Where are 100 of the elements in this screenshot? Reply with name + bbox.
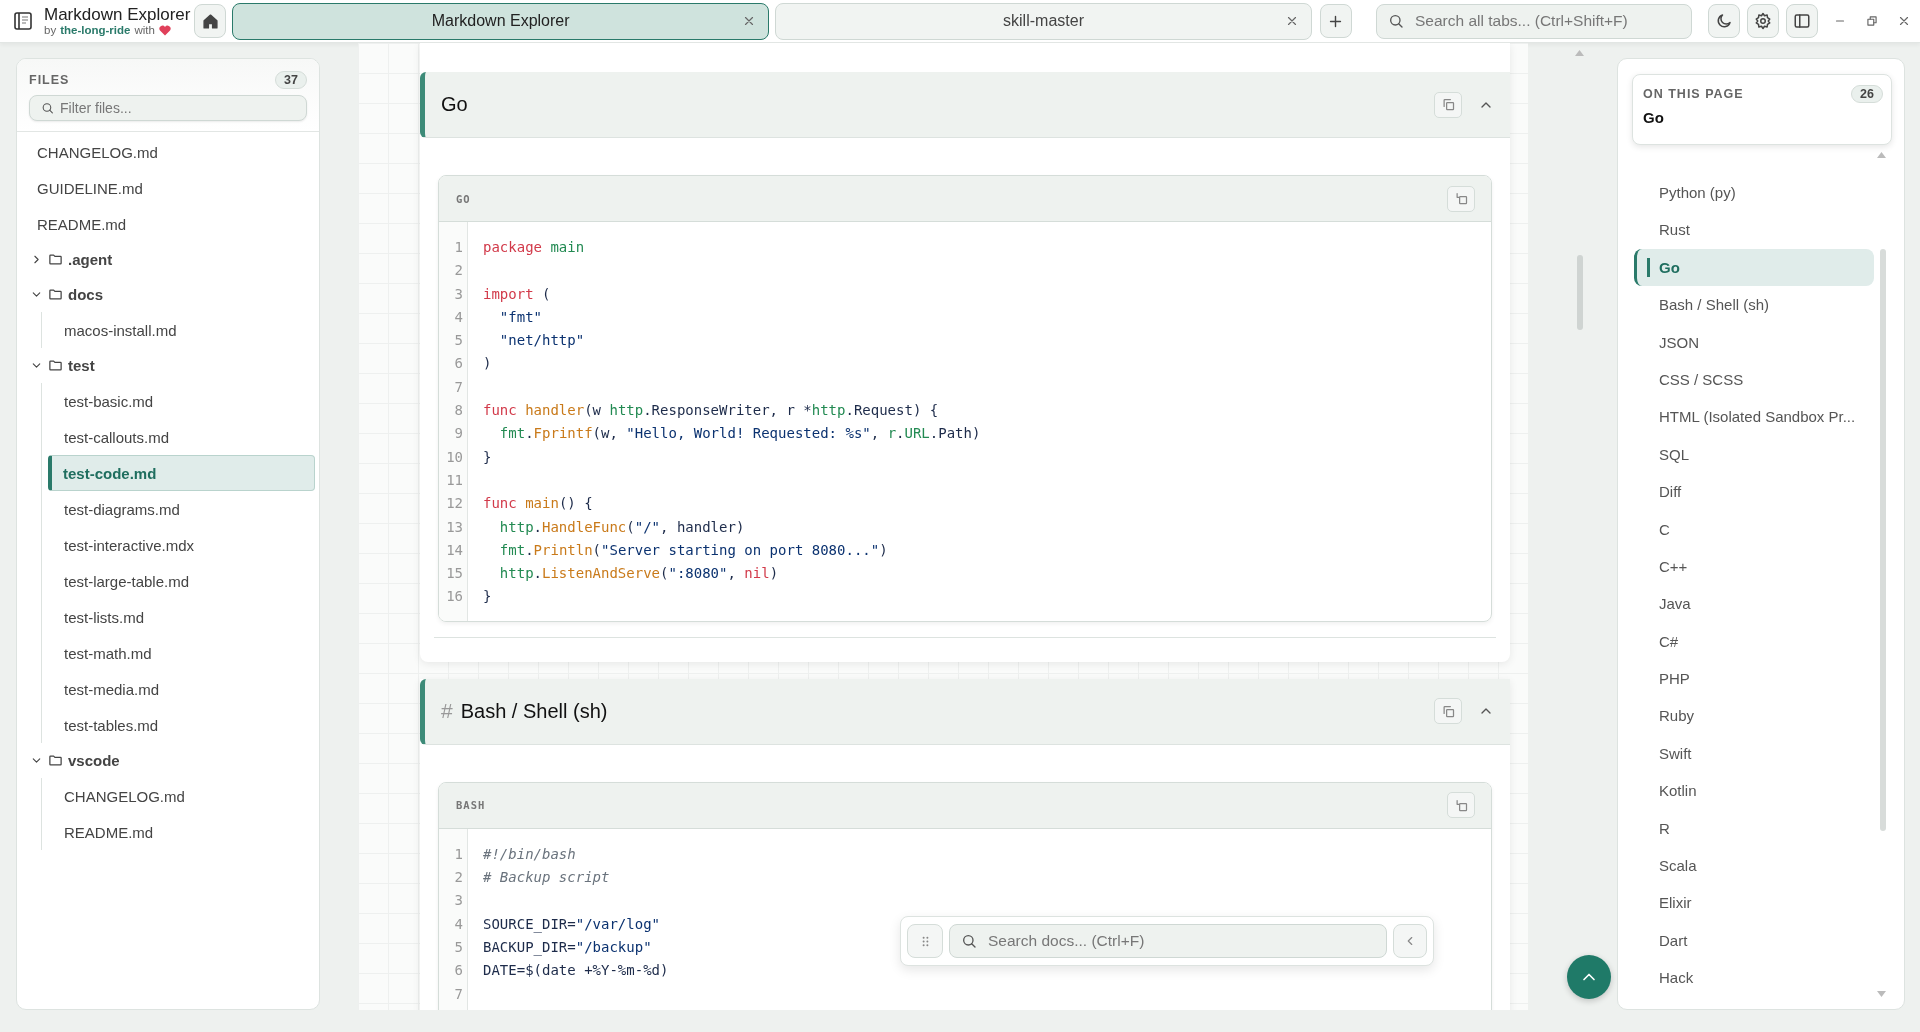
copy-icon: [1453, 191, 1469, 206]
toc-item[interactable]: Python (py): [1634, 174, 1874, 212]
folder-item[interactable]: vscode: [21, 743, 315, 778]
toc-item[interactable]: C#: [1634, 622, 1874, 661]
code-line: fmt.Fprintf(w, "Hello, World! Requested: %s", r.URL.Path): [498, 424, 981, 444]
toc-item[interactable]: Hack: [1634, 959, 1874, 997]
code-line: }: [482, 447, 492, 467]
folder-icon: [48, 753, 63, 768]
file-item[interactable]: test-interactive.mdx: [48, 527, 315, 563]
line-number: 5: [453, 331, 463, 351]
copy-icon: [1453, 797, 1469, 813]
code-line: http.HandleFunc("/", handler): [498, 517, 745, 537]
scrollbar[interactable]: [1577, 255, 1583, 330]
toc-item[interactable]: HTML (Isolated Sandbox Pr...: [1634, 398, 1874, 436]
folder-item[interactable]: docs: [21, 277, 315, 312]
copy-code-button[interactable]: [1447, 792, 1475, 819]
file-item[interactable]: test-media.md: [48, 671, 315, 707]
toc-item[interactable]: Rust: [1634, 211, 1874, 249]
scroll-down-icon[interactable]: [1877, 991, 1886, 998]
tab[interactable]: Markdown Explorer: [232, 2, 770, 40]
file-item[interactable]: test-diagrams.md: [48, 491, 315, 527]
copy-icon: [1440, 703, 1456, 719]
toc-item[interactable]: R: [1634, 809, 1874, 848]
toc-title: ON THIS PAGE: [1643, 87, 1744, 101]
panel-icon: [1793, 12, 1812, 30]
file-item[interactable]: CHANGELOG.md: [21, 134, 315, 170]
copy-icon: [1440, 97, 1456, 112]
copy-code-button[interactable]: [1447, 185, 1475, 212]
line-number: 15: [445, 564, 463, 584]
line-number: 16: [445, 587, 463, 607]
byline-text: with: [134, 24, 155, 36]
toc-item[interactable]: Elixir: [1634, 884, 1874, 922]
home-icon: [201, 12, 219, 30]
toc-item[interactable]: Ruby: [1634, 697, 1874, 735]
file-item[interactable]: GUIDELINE.md: [21, 170, 315, 206]
toc-item[interactable]: C++: [1634, 547, 1874, 586]
toc-item[interactable]: Go: [1634, 248, 1874, 287]
filter-field[interactable]: Filter files...: [29, 95, 307, 121]
line-number: 14: [445, 540, 463, 560]
code-line: ): [482, 354, 492, 374]
scroll-top-button[interactable]: [1567, 955, 1611, 999]
theme-button[interactable]: [1708, 4, 1741, 38]
code-line: # Backup script: [482, 868, 610, 888]
file-item[interactable]: README.md: [48, 814, 315, 850]
section-title: Go: [441, 93, 469, 116]
scrollbar[interactable]: [1880, 249, 1886, 831]
line-number: 10: [445, 447, 463, 467]
toc-item[interactable]: C: [1634, 510, 1874, 548]
file-item[interactable]: test-large-table.md: [48, 563, 315, 599]
folder-icon: [48, 252, 63, 267]
search-field[interactable]: Search all tabs... (Ctrl+Shift+F): [1376, 3, 1693, 39]
code-line: }: [482, 587, 492, 607]
settings-icon: [1754, 12, 1773, 30]
drag-handle[interactable]: [907, 924, 943, 958]
copy-button[interactable]: [1434, 698, 1462, 725]
copy-button[interactable]: [1434, 91, 1462, 118]
code-line: "net/http": [498, 331, 585, 351]
file-item[interactable]: CHANGELOG.md: [48, 778, 315, 814]
toc-item[interactable]: Swift: [1634, 734, 1874, 773]
toc-item[interactable]: Bash / Shell (sh): [1634, 286, 1874, 324]
line-number: 6: [453, 354, 463, 374]
heading-count: 26: [1851, 85, 1883, 103]
file-item[interactable]: test-tables.md: [48, 707, 315, 743]
toc-item[interactable]: Dart: [1634, 921, 1874, 960]
file-item[interactable]: test-basic.md: [48, 383, 315, 419]
toc-item[interactable]: Diff: [1634, 473, 1874, 511]
folder-icon: [48, 287, 63, 302]
scroll-up-icon[interactable]: [1877, 151, 1886, 158]
heart-icon: [158, 24, 171, 36]
file-item[interactable]: test-code.md: [48, 455, 315, 491]
folder-item[interactable]: .agent: [21, 242, 315, 277]
toc-item[interactable]: Scala: [1634, 847, 1874, 885]
line-number: 2: [453, 868, 463, 888]
file-item[interactable]: test-callouts.md: [48, 419, 315, 455]
toc-item[interactable]: JSON: [1634, 323, 1874, 361]
folder-item[interactable]: test: [21, 348, 315, 383]
toc-item[interactable]: Java: [1634, 585, 1874, 623]
byline-text: by: [44, 24, 57, 36]
new-tab-button[interactable]: [1319, 4, 1352, 38]
file-item[interactable]: test-math.md: [48, 635, 315, 671]
code-line: SOURCE_DIR="/var/log": [482, 914, 660, 935]
scroll-up-icon[interactable]: [1575, 49, 1584, 56]
toc-item[interactable]: PHP: [1634, 660, 1874, 698]
file-item[interactable]: test-lists.md: [48, 599, 315, 635]
code-line: "fmt": [498, 307, 542, 327]
line-number: 4: [453, 307, 463, 327]
toc-item[interactable]: CSS / SCSS: [1634, 360, 1874, 399]
home-button[interactable]: [194, 4, 227, 38]
current-heading: Go: [1643, 109, 1665, 126]
tab[interactable]: skill-master: [775, 2, 1312, 40]
sidebar-toggle-button[interactable]: [1786, 4, 1819, 38]
toc-item[interactable]: Kotlin: [1634, 772, 1874, 810]
line-number: 9: [453, 424, 463, 444]
file-item[interactable]: macos-install.md: [48, 312, 315, 348]
settings-button[interactable]: [1747, 4, 1780, 38]
author-link[interactable]: the-long-ride: [60, 24, 131, 36]
file-item[interactable]: README.md: [21, 206, 315, 242]
toc-item[interactable]: SQL: [1634, 435, 1874, 474]
search-field[interactable]: Search docs... (Ctrl+F): [949, 924, 1387, 958]
code-line: http.ListenAndServe(":8080", nil): [498, 564, 779, 584]
